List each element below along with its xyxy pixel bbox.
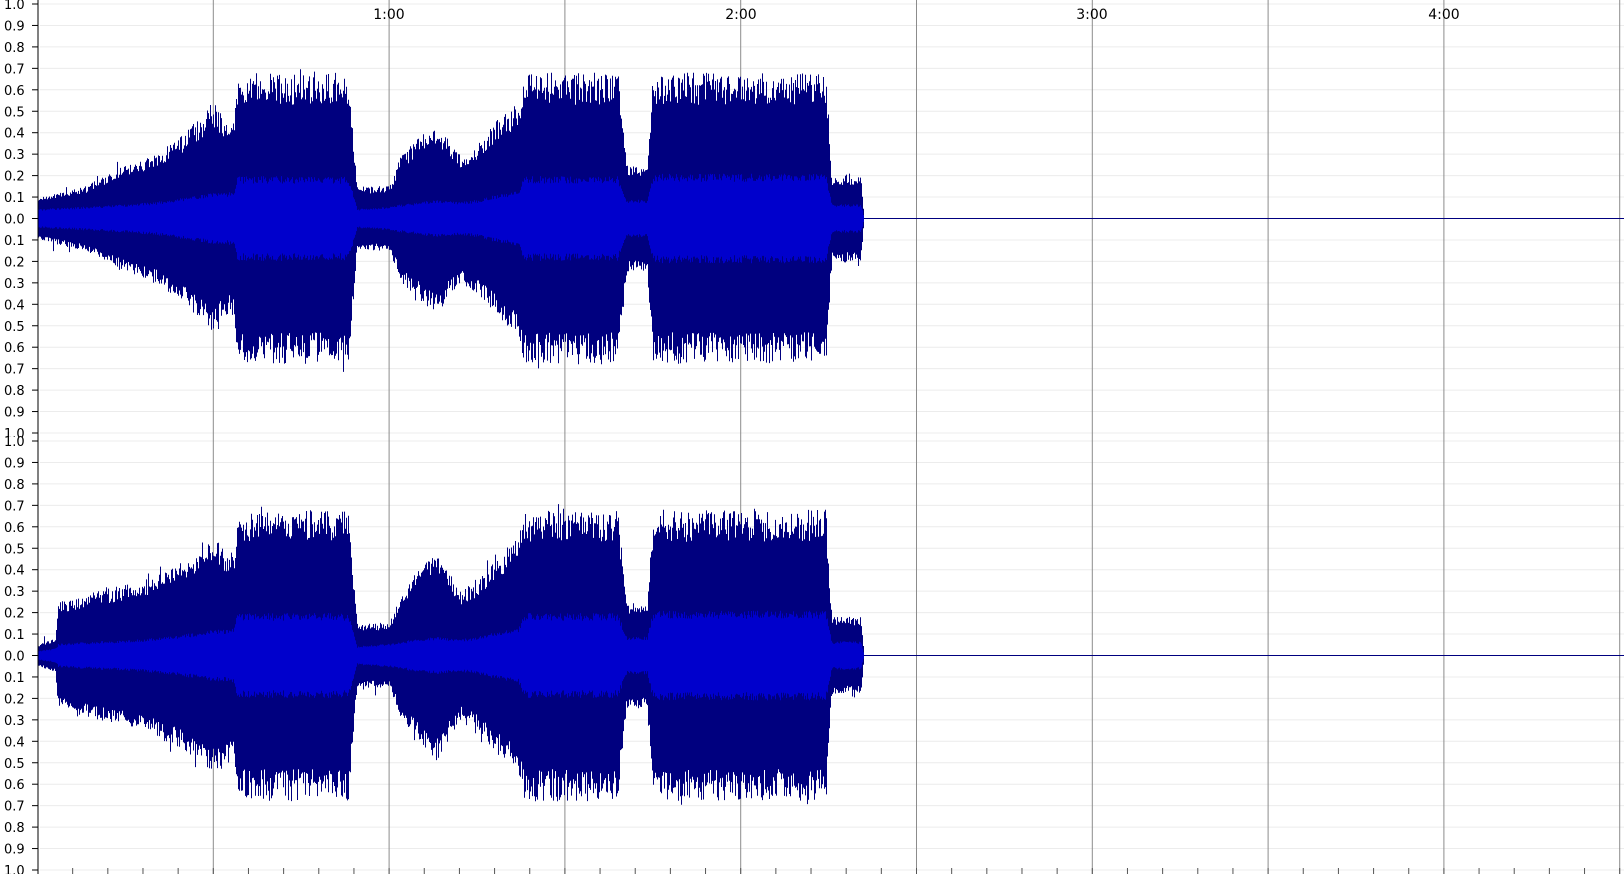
channel-left-waveform[interactable] (38, 69, 1624, 372)
amplitude-tick-label: 0.1 (4, 628, 25, 643)
audio-waveform-view[interactable]: 1.0 0.9 0.8 0.7 0.6 0.5 0.4 0.3 0.2 0.1 0.0 0.1 0.2 0… (0, 0, 1624, 874)
time-label-3-00: 3:00 (1076, 7, 1107, 23)
time-label-4-00: 4:00 (1428, 7, 1459, 23)
amplitude-tick-label: 0.5 (4, 320, 25, 335)
amplitude-tick-label: 0.4 (4, 564, 25, 579)
amplitude-tick-label: 0.8 (4, 384, 25, 399)
amplitude-tick-label: 0.9 (4, 843, 25, 858)
amplitude-scale-left-channel: 1.0 0.9 0.8 0.7 0.6 0.5 0.4 0.3 0.2 0.1 0.0 0.1 0.2 0… (0, 0, 39, 442)
amplitude-tick-label: 0.2 (4, 607, 25, 622)
amplitude-tick-label: 1.0 (4, 0, 25, 13)
amplitude-tick-label: 0.6 (4, 341, 25, 356)
amplitude-tick-label: 0.0 (4, 650, 25, 665)
amplitude-tick-label: 0.3 (4, 714, 25, 729)
amplitude-tick-label: 0.5 (4, 757, 25, 772)
amplitude-tick-label: 0.6 (4, 778, 25, 793)
amplitude-tick-label: 1.0 (4, 435, 25, 450)
amplitude-tick-label: 1.0 (4, 864, 25, 874)
amplitude-tick-label: 0.2 (4, 255, 25, 270)
amplitude-tick-label: 0.7 (4, 800, 25, 815)
amplitude-tick-label: 0.9 (4, 19, 25, 34)
amplitude-tick-label: 0.4 (4, 127, 25, 142)
amplitude-tick-label: 0.8 (4, 821, 25, 836)
bottom-time-ticks (72, 868, 1621, 874)
amplitude-tick-label: 0.1 (4, 234, 25, 249)
amplitude-tick-label: 0.3 (4, 277, 25, 292)
amplitude-tick-label: 0.9 (4, 406, 25, 421)
amplitude-tick-label: 0.4 (4, 298, 25, 313)
amplitude-tick-label: 0.5 (4, 542, 25, 557)
amplitude-tick-label: 0.1 (4, 191, 25, 206)
amplitude-tick-label: 0.4 (4, 735, 25, 750)
time-label-1-00: 1:00 (373, 7, 404, 23)
amplitude-tick-label: 0.8 (4, 478, 25, 493)
major-gridlines (212, 0, 1621, 874)
amplitude-tick-label: 0.2 (4, 170, 25, 185)
amplitude-tick-label: 0.8 (4, 41, 25, 56)
amplitude-tick-label: 0.7 (4, 499, 25, 514)
amplitude-tick-label: 0.1 (4, 671, 25, 686)
amplitude-tick-label: 0.3 (4, 585, 25, 600)
amplitude-scale-right-channel: 1.0 0.9 0.8 0.7 0.6 0.5 0.4 0.3 0.2 0.1 0.0 0.1 0.2 0… (0, 435, 39, 874)
channel-right-waveform[interactable] (38, 504, 1624, 805)
waveform-canvas[interactable]: 1.0 0.9 0.8 0.7 0.6 0.5 0.4 0.3 0.2 0.1 0.0 0.1 0.2 0… (0, 0, 1624, 874)
amplitude-tick-label: 0.0 (4, 213, 25, 228)
amplitude-tick-label: 0.2 (4, 692, 25, 707)
time-label-2-00: 2:00 (725, 7, 756, 23)
amplitude-tick-label: 0.7 (4, 62, 25, 77)
amplitude-tick-label: 0.3 (4, 148, 25, 163)
amplitude-tick-label: 0.5 (4, 105, 25, 120)
amplitude-tick-label: 0.6 (4, 84, 25, 99)
amplitude-tick-label: 0.7 (4, 363, 25, 378)
amplitude-tick-label: 0.9 (4, 456, 25, 471)
amplitude-tick-label: 0.6 (4, 521, 25, 536)
